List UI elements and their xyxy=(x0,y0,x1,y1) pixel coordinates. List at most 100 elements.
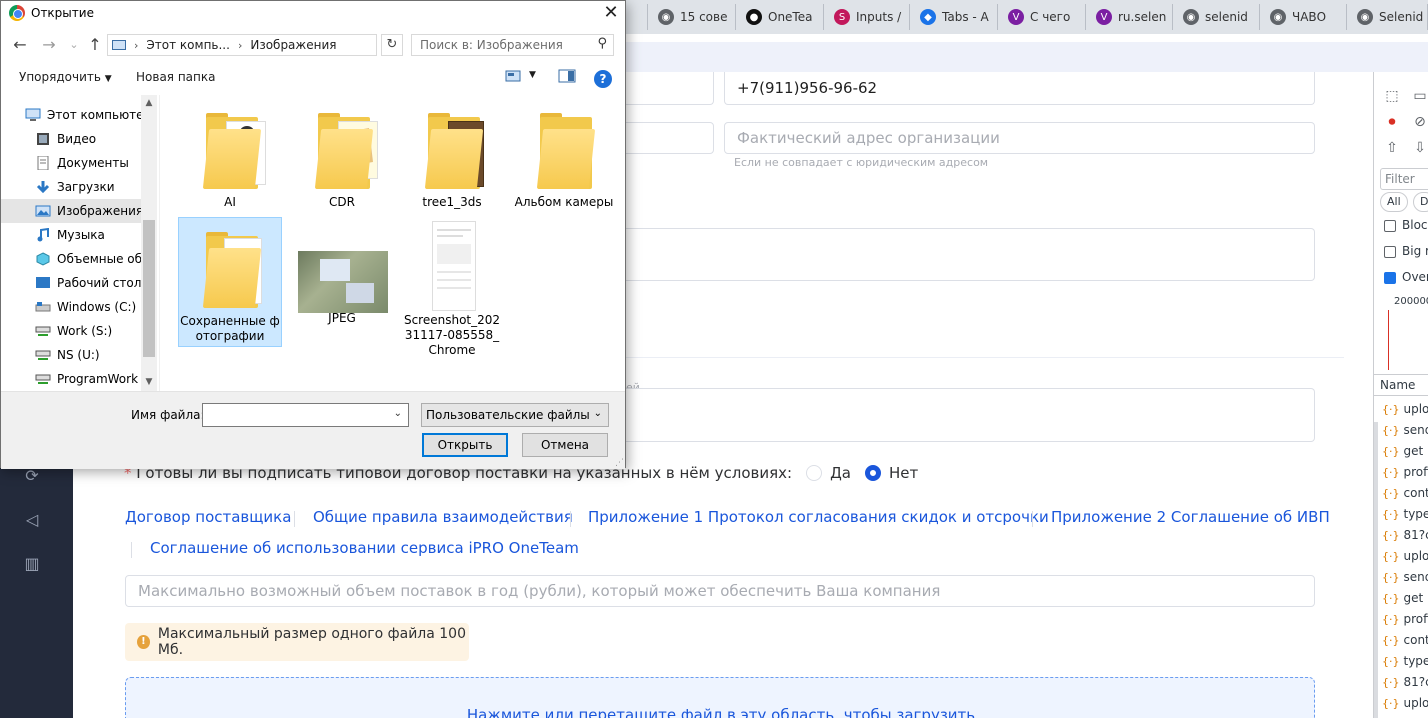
back-arrow-icon[interactable]: ← xyxy=(9,35,31,55)
link-appendix-2[interactable]: Приложение 2 Соглашение об ИВП xyxy=(1051,508,1330,526)
view-mode-icon[interactable] xyxy=(505,69,523,85)
block-checkbox[interactable] xyxy=(1384,220,1396,232)
devtools-chip-doc[interactable]: D xyxy=(1413,192,1428,212)
textarea-field[interactable] xyxy=(600,228,1315,281)
close-icon[interactable]: ✕ xyxy=(597,1,625,27)
network-request-row[interactable]: {·}profil xyxy=(1382,612,1428,626)
navigation-scrollbar[interactable]: ▲ ▼ xyxy=(141,95,157,391)
new-folder-button[interactable]: Новая папка xyxy=(136,70,215,84)
file-item[interactable]: Screenshot_20231117-085558_Chrome xyxy=(400,217,504,358)
record-icon[interactable]: ⏺ xyxy=(1383,113,1401,131)
network-request-row[interactable]: {·}uploa xyxy=(1382,549,1428,563)
radio-yes[interactable]: Да xyxy=(806,464,851,482)
scroll-up-icon[interactable]: ▲ xyxy=(141,98,157,108)
inspect-icon[interactable]: ⬚ xyxy=(1383,87,1401,105)
device-toggle-icon[interactable]: ▭ xyxy=(1411,87,1428,105)
megaphone-icon[interactable]: ◁ xyxy=(22,510,42,530)
supply-volume-field[interactable]: Максимально возможный объем поставок в г… xyxy=(125,575,1315,607)
radio-yes-circle[interactable] xyxy=(806,465,823,481)
textarea-field-2[interactable] xyxy=(600,388,1315,442)
nav-item[interactable]: Видео xyxy=(1,127,141,151)
scroll-thumb[interactable] xyxy=(143,220,155,357)
chart-icon[interactable]: ▥ xyxy=(22,554,42,574)
browser-tab[interactable]: Vru.selen xyxy=(1088,4,1173,30)
devtools-filter-input[interactable]: Filter xyxy=(1380,168,1428,190)
file-item[interactable]: Сохраненные фотографии xyxy=(178,217,282,347)
nav-item[interactable]: Work (S:) xyxy=(1,319,141,343)
preview-pane-icon[interactable] xyxy=(558,69,576,85)
network-request-row[interactable]: {·} get xyxy=(1382,591,1423,605)
breadcrumb-item-pictures[interactable]: Изображения xyxy=(250,38,336,52)
link-supplier-contract[interactable]: Договор поставщика xyxy=(125,508,291,526)
filetype-select[interactable]: Пользовательские файлы ⌄ xyxy=(421,403,609,427)
big-rows-checkbox[interactable] xyxy=(1384,246,1396,258)
breadcrumb-item-computer[interactable]: Этот компь... xyxy=(146,38,230,52)
file-item[interactable]: AI xyxy=(178,99,282,210)
network-request-row[interactable]: {·}profil xyxy=(1382,465,1428,479)
nav-item[interactable]: Этот компьютер xyxy=(1,103,141,127)
search-input[interactable]: Поиск в: Изображения ⚲ xyxy=(411,34,614,56)
link-appendix-1[interactable]: Приложение 1 Протокол согласования скидо… xyxy=(588,508,1049,526)
network-request-row[interactable]: {·}send xyxy=(1382,570,1428,584)
network-request-row[interactable]: {·} get xyxy=(1382,444,1423,458)
nav-item[interactable]: Объемные объ xyxy=(1,247,141,271)
breadcrumb[interactable]: › Этот компь... › Изображения ⌄ xyxy=(107,34,377,56)
upload-har-icon[interactable]: ⇧ xyxy=(1383,139,1401,157)
network-request-row[interactable]: {·}contr xyxy=(1382,633,1428,647)
browser-tab[interactable]: ◉ Selenid xyxy=(1349,4,1428,30)
overview-checkbox[interactable] xyxy=(1384,272,1396,284)
browser-tab[interactable]: S Inputs / xyxy=(826,4,910,30)
nav-item[interactable]: Рабочий стол xyxy=(1,271,141,295)
network-request-row[interactable]: {·}type_ xyxy=(1382,654,1428,668)
browser-tab[interactable]: ◉ 15 сове xyxy=(650,4,736,30)
nav-item[interactable]: Музыка xyxy=(1,223,141,247)
help-icon[interactable]: ? xyxy=(594,70,612,88)
clear-icon[interactable]: ⊘ xyxy=(1411,113,1428,131)
chevron-down-icon[interactable]: ⌄ xyxy=(394,408,402,419)
nav-item[interactable]: ProgramWork (V xyxy=(1,367,141,391)
resize-grip-icon[interactable]: ⋰ xyxy=(615,458,624,468)
browser-tab[interactable]: ◆ Tabs - A xyxy=(912,4,998,30)
view-dropdown-icon[interactable]: ▼ xyxy=(529,70,536,80)
network-request-row[interactable]: {·}81?cit xyxy=(1382,675,1428,689)
up-arrow-icon[interactable]: ↑ xyxy=(84,35,106,55)
dialog-titlebar[interactable]: Открытие ✕ xyxy=(1,1,625,29)
cancel-button[interactable]: Отмена xyxy=(522,433,608,457)
network-request-row[interactable]: {·}contr xyxy=(1382,486,1428,500)
file-item[interactable]: Альбом камеры xyxy=(512,99,616,210)
browser-tab[interactable]: ◉ selenid xyxy=(1175,4,1260,30)
nav-item[interactable]: NS (U:) xyxy=(1,343,141,367)
actual-address-field[interactable]: Фактический адрес организации xyxy=(724,122,1315,154)
forward-arrow-icon[interactable]: → xyxy=(38,35,60,55)
link-oneteam-agreement[interactable]: Соглашение об использовании сервиса iPRO… xyxy=(150,539,579,557)
network-request-row[interactable]: {·}uploa xyxy=(1382,696,1428,710)
name-column-header[interactable]: Name xyxy=(1374,374,1428,396)
file-item[interactable]: JPEG xyxy=(290,239,394,326)
recent-dropdown-icon[interactable]: ⌄ xyxy=(63,35,85,55)
radio-no[interactable]: Нет xyxy=(864,464,918,482)
browser-tab[interactable]: ◉ ЧАВО xyxy=(1262,4,1347,30)
devtools-chip-all[interactable]: All xyxy=(1380,192,1408,212)
phone-field[interactable]: +7(911)956-96-62 xyxy=(724,72,1315,105)
file-item[interactable]: CDR xyxy=(290,99,394,210)
browser-tab[interactable]: ● OneTea xyxy=(738,4,824,30)
file-item[interactable]: tree1_3ds xyxy=(400,99,504,210)
open-button[interactable]: Открыть xyxy=(422,433,508,457)
organize-button[interactable]: Упорядочить ▼ xyxy=(19,70,112,84)
download-har-icon[interactable]: ⇩ xyxy=(1411,139,1428,157)
file-dropzone[interactable]: Нажмите или перетащите файл в эту област… xyxy=(125,677,1315,718)
nav-item[interactable]: Изображения xyxy=(1,199,141,223)
nav-item[interactable]: Windows (C:) xyxy=(1,295,141,319)
devtools-scrollbar[interactable] xyxy=(1374,422,1378,718)
scroll-down-icon[interactable]: ▼ xyxy=(141,377,157,387)
refresh-icon[interactable]: ↻ xyxy=(381,34,403,56)
network-request-row[interactable]: {·}type_ xyxy=(1382,507,1428,521)
filename-input[interactable]: ⌄ xyxy=(202,403,409,427)
refresh-icon[interactable]: ⟳ xyxy=(22,466,42,486)
nav-item[interactable]: Документы xyxy=(1,151,141,175)
network-request-row[interactable]: {·}send xyxy=(1382,423,1428,437)
browser-tab[interactable]: V С чего xyxy=(1000,4,1086,30)
nav-item[interactable]: Загрузки xyxy=(1,175,141,199)
network-request-row[interactable]: {·}uploa xyxy=(1382,402,1428,416)
radio-no-circle[interactable] xyxy=(864,465,881,481)
